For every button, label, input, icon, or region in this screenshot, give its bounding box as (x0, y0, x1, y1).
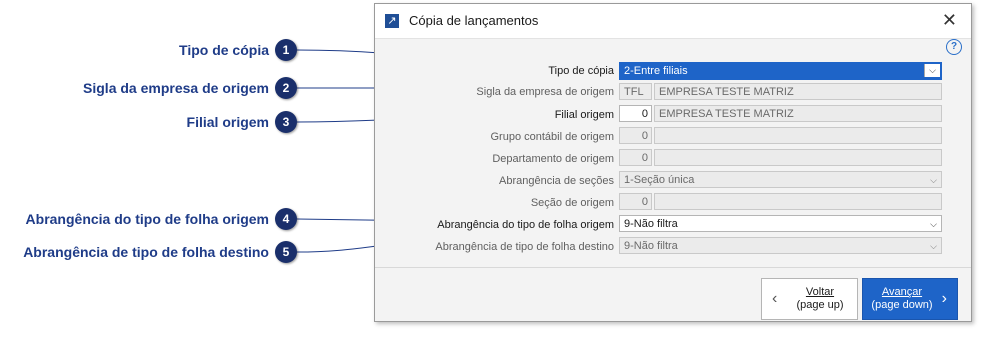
abr-folha-destino-select: 9-Não filtra ⌵ (619, 237, 942, 254)
footer-divider (375, 267, 971, 268)
back-shortcut: (page up) (796, 299, 844, 311)
close-icon[interactable]: ✕ (942, 10, 957, 31)
chevron-down-icon: ⌵ (930, 241, 937, 251)
dialog-titlebar: ↗ Cópia de lançamentos ✕ (375, 4, 971, 39)
callout-3: Filial origem 3 (187, 111, 297, 133)
chevron-right-icon: › (941, 290, 947, 307)
dialog-title: Cópia de lançamentos (409, 13, 539, 28)
abrangencia-secoes-label: Abrangência de seções (499, 175, 614, 187)
callout-4: Abrangência do tipo de folha origem 4 (26, 208, 297, 230)
chevron-left-icon: ‹ (772, 290, 778, 307)
filial-origem-label: Filial origem (554, 109, 614, 121)
callout-label: Sigla da empresa de origem (83, 80, 269, 96)
departamento-label: Departamento de origem (492, 153, 614, 165)
grupo-contabil-name-field (654, 127, 942, 144)
next-shortcut: (page down) (871, 299, 933, 311)
callout-2: Sigla da empresa de origem 2 (83, 77, 297, 99)
chevron-down-icon[interactable]: ⌵ (930, 216, 937, 233)
callout-label: Filial origem (186, 114, 269, 130)
callout-number-badge: 2 (275, 77, 297, 99)
secao-origem-label: Seção de origem (530, 197, 614, 209)
departamento-name-field (654, 149, 942, 166)
sigla-empresa-code-field: TFL (619, 83, 652, 100)
callout-label: Tipo de cópia (179, 42, 269, 58)
abr-folha-origem-select[interactable]: 9-Não filtra ⌵ (619, 215, 942, 232)
tipo-copia-select[interactable]: 2-Entre filiais ⌵ (619, 62, 942, 80)
copy-entries-dialog: ↗ Cópia de lançamentos ✕ ? Tipo de cópia… (374, 3, 972, 322)
callout-1: Tipo de cópia 1 (179, 39, 297, 61)
callout-label: Abrangência do tipo de folha origem (25, 211, 269, 227)
back-button[interactable]: ‹ Voltar (page up) (761, 278, 858, 320)
departamento-code-field: 0 (619, 149, 652, 166)
abr-folha-origem-value: 9-Não filtra (624, 218, 678, 230)
sigla-empresa-label: Sigla da empresa de origem (476, 86, 614, 98)
filial-origem-code-input[interactable]: 0 (619, 105, 652, 122)
callout-number-badge: 4 (275, 208, 297, 230)
chevron-down-icon: ⌵ (930, 175, 937, 185)
abr-folha-origem-label: Abrangência do tipo de folha origem (437, 219, 614, 231)
callout-label: Abrangência de tipo de folha destino (23, 244, 269, 260)
filial-origem-name-field: EMPRESA TESTE MATRIZ (654, 105, 942, 122)
tipo-copia-value: 2-Entre filiais (624, 65, 688, 77)
secao-origem-name-field (654, 193, 942, 210)
abrangencia-secoes-select: 1-Seção única ⌵ (619, 171, 942, 188)
sigla-empresa-name-field: EMPRESA TESTE MATRIZ (654, 83, 942, 100)
next-label: Avançar (881, 286, 923, 298)
abr-folha-destino-value: 9-Não filtra (624, 240, 678, 252)
callout-number-badge: 3 (275, 111, 297, 133)
next-button[interactable]: Avançar (page down) › (862, 278, 958, 320)
back-label: Voltar (805, 286, 835, 298)
grupo-contabil-code-field: 0 (619, 127, 652, 144)
callout-number-badge: 5 (275, 241, 297, 263)
callout-5: Abrangência de tipo de folha destino 5 (23, 241, 297, 263)
chevron-down-icon[interactable]: ⌵ (924, 64, 940, 77)
abr-folha-destino-label: Abrangência de tipo de folha destino (435, 241, 614, 253)
secao-origem-code-field: 0 (619, 193, 652, 210)
app-icon: ↗ (385, 14, 399, 28)
abrangencia-secoes-value: 1-Seção única (624, 174, 695, 186)
tipo-copia-label: Tipo de cópia (548, 65, 614, 77)
callout-number-badge: 1 (275, 39, 297, 61)
grupo-contabil-label: Grupo contábil de origem (490, 131, 614, 143)
help-icon[interactable]: ? (946, 39, 962, 55)
